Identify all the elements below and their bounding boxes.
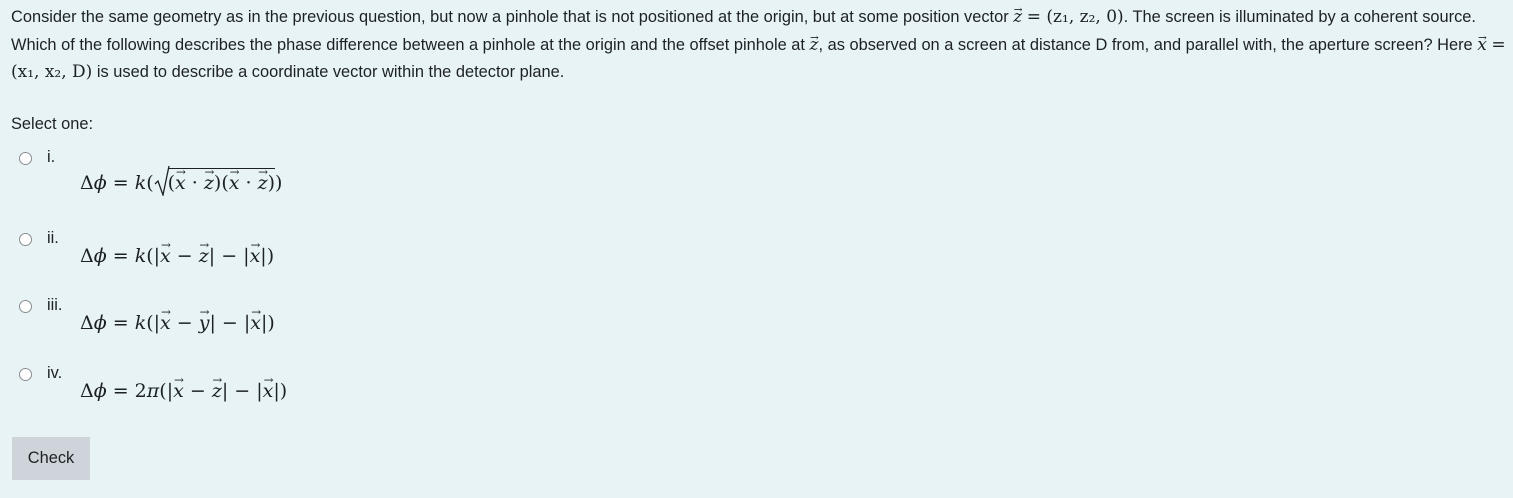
- question-text-part-4: is used to describe a coordinate vector …: [92, 63, 565, 81]
- option-number-iv: iv.: [47, 364, 63, 382]
- option-number-iii: iii.: [47, 296, 63, 314]
- question-text: Consider the same geometry as in the pre…: [11, 4, 1507, 87]
- option-formula-iii: Δϕ = k(|x − y| − |x|): [80, 312, 275, 334]
- select-one-prompt: Select one:: [11, 115, 94, 133]
- square-root-icon: (x · z)(x · z): [154, 165, 276, 196]
- radio-button-iii[interactable]: [19, 300, 32, 313]
- radio-button-ii[interactable]: [19, 233, 32, 246]
- vector-z-symbol-2: z: [810, 35, 819, 55]
- vector-z-symbol: z: [1013, 7, 1022, 27]
- option-formula-iv: Δϕ = 2π(|x − z| − |x|): [80, 380, 287, 402]
- vector-z-definition: = (z₁, z₂, 0): [1026, 7, 1124, 27]
- vector-x-symbol: x: [1477, 35, 1487, 55]
- option-formula-i: Δϕ = k((x · z)(x · z)): [80, 165, 282, 196]
- question-container: Consider the same geometry as in the pre…: [0, 0, 1513, 498]
- option-number-ii: ii.: [47, 229, 59, 247]
- option-number-i: i.: [47, 148, 56, 166]
- radio-button-iv[interactable]: [19, 368, 32, 381]
- option-formula-ii: Δϕ = k(|x − z| − |x|): [80, 245, 274, 267]
- question-text-part-1: Consider the same geometry as in the pre…: [11, 8, 1014, 26]
- radio-button-i[interactable]: [19, 152, 32, 165]
- question-text-part-3: , as observed on a screen at distance D …: [818, 35, 1478, 54]
- check-button[interactable]: Check: [12, 437, 90, 480]
